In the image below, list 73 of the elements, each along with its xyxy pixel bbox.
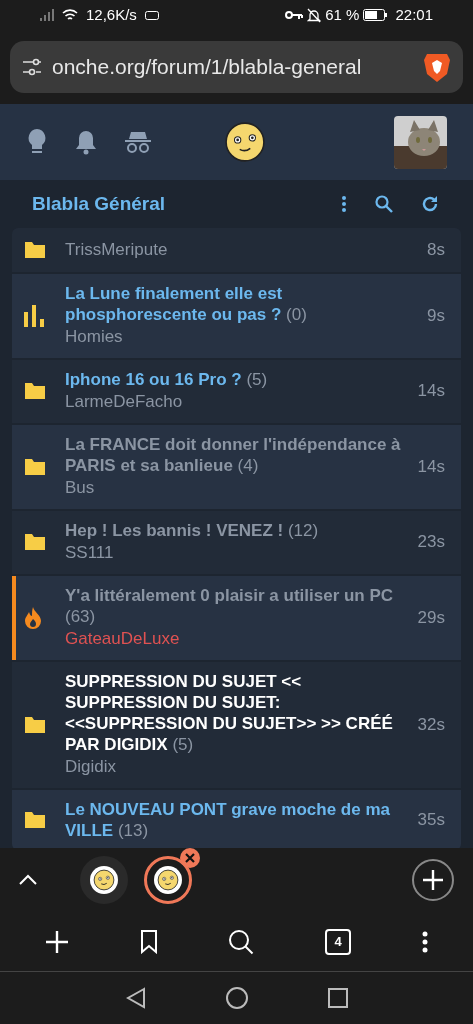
topic-author[interactable]: TrissMeripute: [65, 237, 416, 262]
topic-row[interactable]: Y'a littéralement 0 plaisir a utiliser un PC (63) GateauDeLuxe 29s: [12, 575, 461, 660]
topic-time: 35s: [417, 808, 445, 831]
more-options-icon[interactable]: [341, 195, 347, 213]
folder-icon: [23, 532, 47, 552]
topic-time: 8s: [427, 239, 445, 261]
tab-count-button[interactable]: 4: [325, 928, 352, 955]
signal-icon: [40, 9, 54, 21]
topic-author[interactable]: SS111: [65, 540, 406, 565]
topic-row[interactable]: TrissMeripute 8s: [12, 228, 461, 272]
more-options-icon[interactable]: [421, 930, 428, 953]
recent-apps-icon[interactable]: [327, 988, 348, 1008]
url-text[interactable]: onche.org/forum/1/blabla-general: [52, 51, 413, 83]
back-icon[interactable]: [125, 987, 146, 1009]
bar-chart-icon: [23, 303, 45, 328]
topic-author[interactable]: LarmeDeFacho: [65, 389, 406, 414]
topic-title[interactable]: Y'a littéralement 0 plaisir a utiliser un PC (63): [65, 584, 406, 627]
lightbulb-icon[interactable]: [26, 128, 48, 156]
topic-title[interactable]: Hep ! Les bannis ! VENEZ ! (12): [65, 519, 406, 541]
topic-author[interactable]: Digidix: [65, 754, 406, 779]
topic-time: 23s: [417, 531, 445, 554]
topic-title[interactable]: SUPPRESSION DU SUJET << SUPPRESSION DU SUJET: <<SUPPRESSION DU SUJET>> >> CRÉÉ PAR DIGIDIX (5): [65, 670, 406, 755]
topic-author[interactable]: Bus: [65, 475, 406, 500]
battery-icon: [363, 9, 388, 21]
incognito-icon[interactable]: [124, 130, 152, 154]
topic-title[interactable]: Le NOUVEAU PONT grave moche de ma VILLE (13): [65, 798, 406, 841]
flame-icon: [23, 605, 43, 630]
muted-bell-icon: [307, 7, 322, 23]
favicon-icon: [157, 869, 179, 891]
forum-title: Blabla Général: [32, 191, 167, 216]
bell-icon[interactable]: [74, 129, 98, 155]
folder-icon: [23, 381, 47, 401]
logo-icon[interactable]: [224, 121, 266, 163]
network-speed: 12,6K/s: [86, 4, 137, 25]
topic-time: 14s: [417, 380, 445, 403]
chevron-up-icon[interactable]: [18, 874, 38, 886]
folder-icon: [23, 714, 47, 735]
topic-row[interactable]: Iphone 16 ou 16 Pro ? (5) LarmeDeFacho 14s: [12, 359, 461, 423]
browser-tab[interactable]: [80, 856, 128, 904]
home-icon[interactable]: [225, 987, 248, 1009]
topic-row[interactable]: SUPPRESSION DU SUJET << SUPPRESSION DU SUJET: <<SUPPRESSION DU SUJET>> >> CRÉÉ PAR DIGIDIX (5) Digidix 32s: [12, 661, 461, 788]
topic-time: 32s: [417, 713, 445, 736]
battery-percent: 61 %: [325, 4, 360, 25]
topic-author[interactable]: Homies: [65, 324, 416, 349]
topic-time: 14s: [417, 455, 445, 478]
site-settings-icon[interactable]: [22, 57, 42, 77]
topic-row[interactable]: La Lune finalement elle est phosphorescente ou pas ? (0) Homies 9s: [12, 273, 461, 358]
topic-time: 29s: [417, 606, 445, 629]
search-icon[interactable]: [228, 928, 255, 955]
folder-icon: [23, 456, 47, 477]
folder-icon: [23, 239, 47, 260]
clock: 22:01: [395, 4, 433, 25]
topic-title[interactable]: La FRANCE doit donner l'indépendance à PARIS et sa banlieue (4): [65, 433, 406, 476]
topic-row[interactable]: La FRANCE doit donner l'indépendance à PARIS et sa banlieue (4) Bus 14s: [12, 424, 461, 509]
plus-icon[interactable]: [45, 929, 70, 954]
topic-row[interactable]: Le NOUVEAU PONT grave moche de ma VILLE (13) 35s: [12, 789, 461, 848]
topic-title[interactable]: La Lune finalement elle est phosphorescente ou pas ? (0): [65, 282, 416, 325]
topic-author[interactable]: GateauDeLuxe: [65, 626, 406, 651]
search-icon[interactable]: [375, 195, 393, 213]
topic-time: 9s: [427, 304, 445, 327]
data-saver-icon: [144, 10, 159, 20]
close-icon[interactable]: [180, 848, 200, 868]
lion-shield-icon[interactable]: [423, 51, 451, 83]
address-bar[interactable]: onche.org/forum/1/blabla-general: [10, 41, 463, 93]
folder-icon: [23, 809, 47, 830]
wifi-icon: [62, 8, 78, 22]
topic-title[interactable]: Iphone 16 ou 16 Pro ? (5): [65, 368, 406, 390]
topic-row[interactable]: Hep ! Les bannis ! VENEZ ! (12) SS111 23s: [12, 510, 461, 574]
bookmark-icon[interactable]: [139, 929, 158, 954]
refresh-icon[interactable]: [421, 195, 439, 213]
favicon-icon: [93, 869, 115, 891]
key-icon: [285, 10, 304, 20]
new-tab-icon[interactable]: [411, 858, 455, 902]
